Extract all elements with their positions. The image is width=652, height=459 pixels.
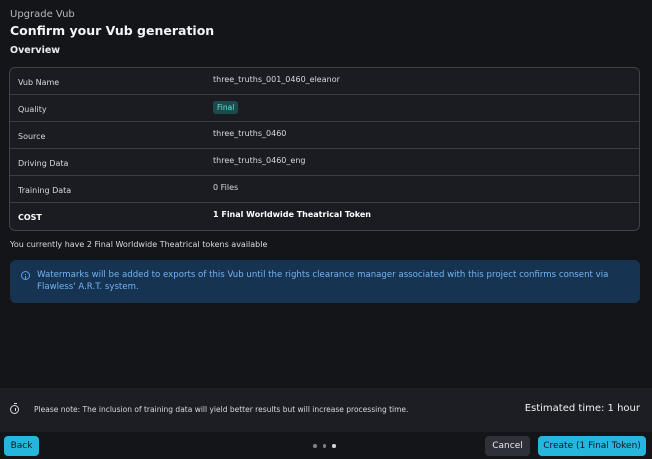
row-label: Driving Data — [18, 159, 69, 168]
table-row: Source three_truths_0460 — [10, 122, 639, 149]
info-message: Watermarks will be added to exports of t… — [37, 270, 609, 292]
dialog-title: Confirm your Vub generation — [10, 23, 215, 38]
table-row: Quality Final — [10, 95, 639, 122]
row-value: 0 Files — [213, 183, 239, 192]
table-row: Vub Name three_truths_001_0460_eleanor — [10, 68, 639, 95]
action-bar: Back Cancel Create (1 Final Token) — [0, 432, 652, 459]
tokens-available-text: You currently have 2 Final Worldwide The… — [10, 240, 268, 249]
row-label: Source — [18, 132, 46, 141]
row-value: three_truths_0460_eng — [213, 156, 306, 165]
table-row: Training Data 0 Files — [10, 176, 639, 203]
row-label: COST — [18, 213, 42, 222]
step-indicator — [313, 444, 336, 448]
create-button[interactable]: Create (1 Final Token) — [538, 436, 646, 456]
processing-note: Please note: The inclusion of training d… — [34, 405, 409, 414]
estimated-time: Estimated time: 1 hour — [524, 403, 640, 414]
confirm-vub-dialog: Upgrade Vub Confirm your Vub generation … — [0, 0, 652, 459]
header: Upgrade Vub Confirm your Vub generation — [10, 8, 214, 39]
info-circle-icon — [21, 271, 30, 280]
quality-badge: Final — [213, 101, 239, 114]
row-value: three_truths_001_0460_eleanor — [213, 75, 340, 84]
row-label: Vub Name — [18, 78, 60, 87]
row-value: 1 Final Worldwide Theatrical Token — [213, 210, 371, 219]
dialog-subtitle: Upgrade Vub — [10, 9, 75, 20]
row-label: Training Data — [18, 186, 72, 195]
row-value: Final — [213, 101, 239, 114]
step-dot-active — [332, 444, 336, 448]
watermark-info-banner: Watermarks will be added to exports of t… — [10, 260, 640, 303]
cost-row: COST 1 Final Worldwide Theatrical Token — [10, 203, 639, 229]
step-dot — [322, 444, 326, 448]
stopwatch-icon — [10, 403, 19, 414]
back-button[interactable]: Back — [4, 436, 39, 456]
details-table: Vub Name three_truths_001_0460_eleanor Q… — [9, 67, 640, 231]
cancel-button[interactable]: Cancel — [485, 436, 530, 456]
step-dot — [313, 444, 317, 448]
table-row: Driving Data three_truths_0460_eng — [10, 149, 639, 176]
row-value: three_truths_0460 — [213, 129, 287, 138]
overview-heading: Overview — [10, 45, 61, 56]
row-label: Quality — [18, 105, 47, 114]
processing-note-bar: Please note: The inclusion of training d… — [0, 388, 652, 432]
